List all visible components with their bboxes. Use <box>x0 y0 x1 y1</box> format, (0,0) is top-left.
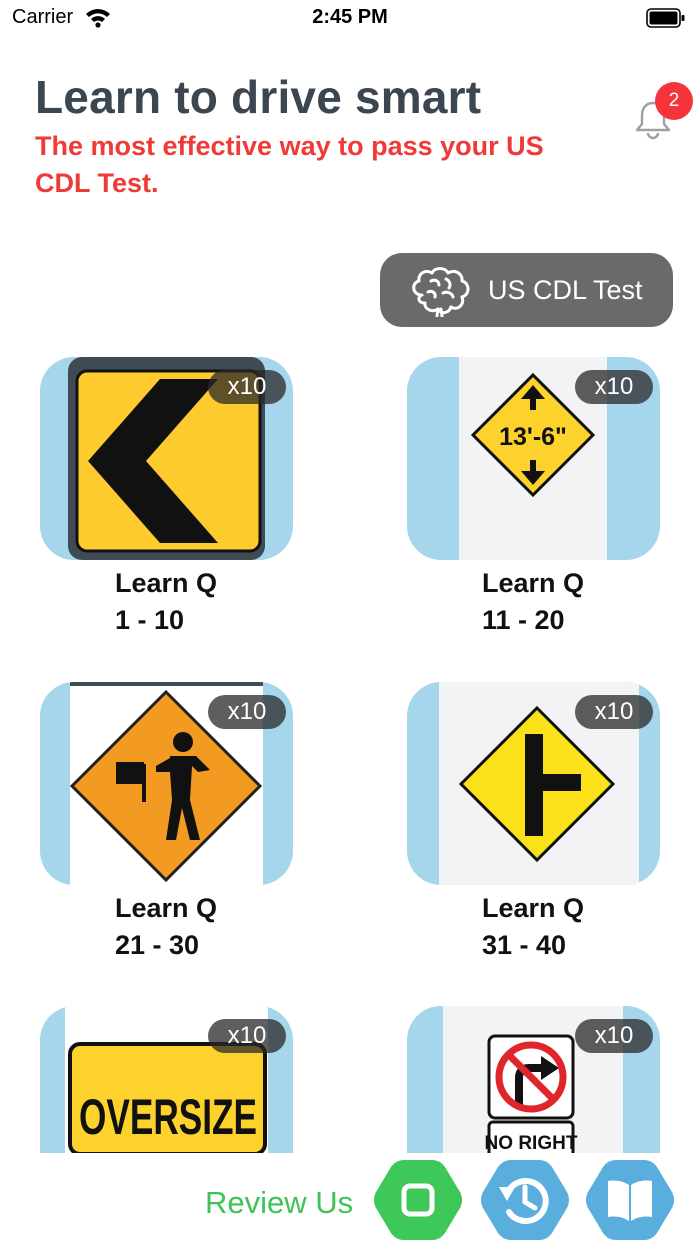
lesson-label-line2: 21 - 30 <box>115 930 200 960</box>
lesson-label: Learn Q 1 - 10 <box>115 565 217 639</box>
sign-text: OVERSIZE <box>79 1089 257 1145</box>
us-cdl-test-label: US CDL Test <box>488 275 643 305</box>
lesson-thumbnail: x10 <box>40 357 293 560</box>
question-count-badge: x10 <box>575 1019 653 1053</box>
history-button[interactable] <box>477 1157 573 1243</box>
bottom-bar: Review Us <box>0 1153 700 1244</box>
lesson-thumbnail: x10 <box>40 682 293 885</box>
lessons-grid[interactable]: x10 Learn Q 1 - 10 13'-6" x10 Learn Q 11… <box>0 345 700 1153</box>
clock: 2:45 PM <box>312 6 388 28</box>
question-count-badge: x10 <box>208 370 286 404</box>
us-cdl-test-button[interactable]: US CDL Test <box>380 253 673 327</box>
square-quiz-button[interactable] <box>370 1157 466 1243</box>
lesson-label: Learn Q 21 - 30 <box>115 890 217 964</box>
lesson-label: Learn Q 11 - 20 <box>482 565 584 639</box>
lesson-label-line2: 1 - 10 <box>115 605 185 635</box>
lesson-thumbnail: 13'-6" x10 <box>407 357 660 560</box>
question-count-badge: x10 <box>575 695 653 729</box>
question-count-badge: x10 <box>208 695 286 729</box>
page-subtitle: The most effective way to pass your US C… <box>35 131 544 198</box>
study-book-button[interactable] <box>582 1157 678 1243</box>
page-title: Learn to drive smart <box>35 71 482 123</box>
question-count-badge: x10 <box>575 370 653 404</box>
brain-icon <box>412 267 470 317</box>
lesson-label-line1: Learn Q <box>482 568 585 598</box>
lesson-thumbnail: NO RIGHT x10 <box>407 1006 660 1153</box>
lesson-label-line2: 31 - 40 <box>482 930 567 960</box>
sign-text: NO RIGHT <box>485 1133 578 1153</box>
notification-badge: 2 <box>655 82 693 120</box>
lesson-thumbnail: x10 <box>407 682 660 885</box>
lesson-label-line1: Learn Q <box>482 893 585 923</box>
sign-text: 13'-6" <box>499 423 567 451</box>
lesson-label: Learn Q 31 - 40 <box>482 890 584 964</box>
lesson-thumbnail: OVERSIZE x10 <box>40 1006 293 1153</box>
battery-icon <box>646 8 685 28</box>
lesson-label-line1: Learn Q <box>115 893 218 923</box>
status-bar: Carrier 2:45 PM <box>0 0 700 36</box>
lesson-label-line1: Learn Q <box>115 568 218 598</box>
review-us-link[interactable]: Review Us <box>205 1185 353 1221</box>
question-count-badge: x10 <box>208 1019 286 1053</box>
lesson-label-line2: 11 - 20 <box>482 605 565 635</box>
